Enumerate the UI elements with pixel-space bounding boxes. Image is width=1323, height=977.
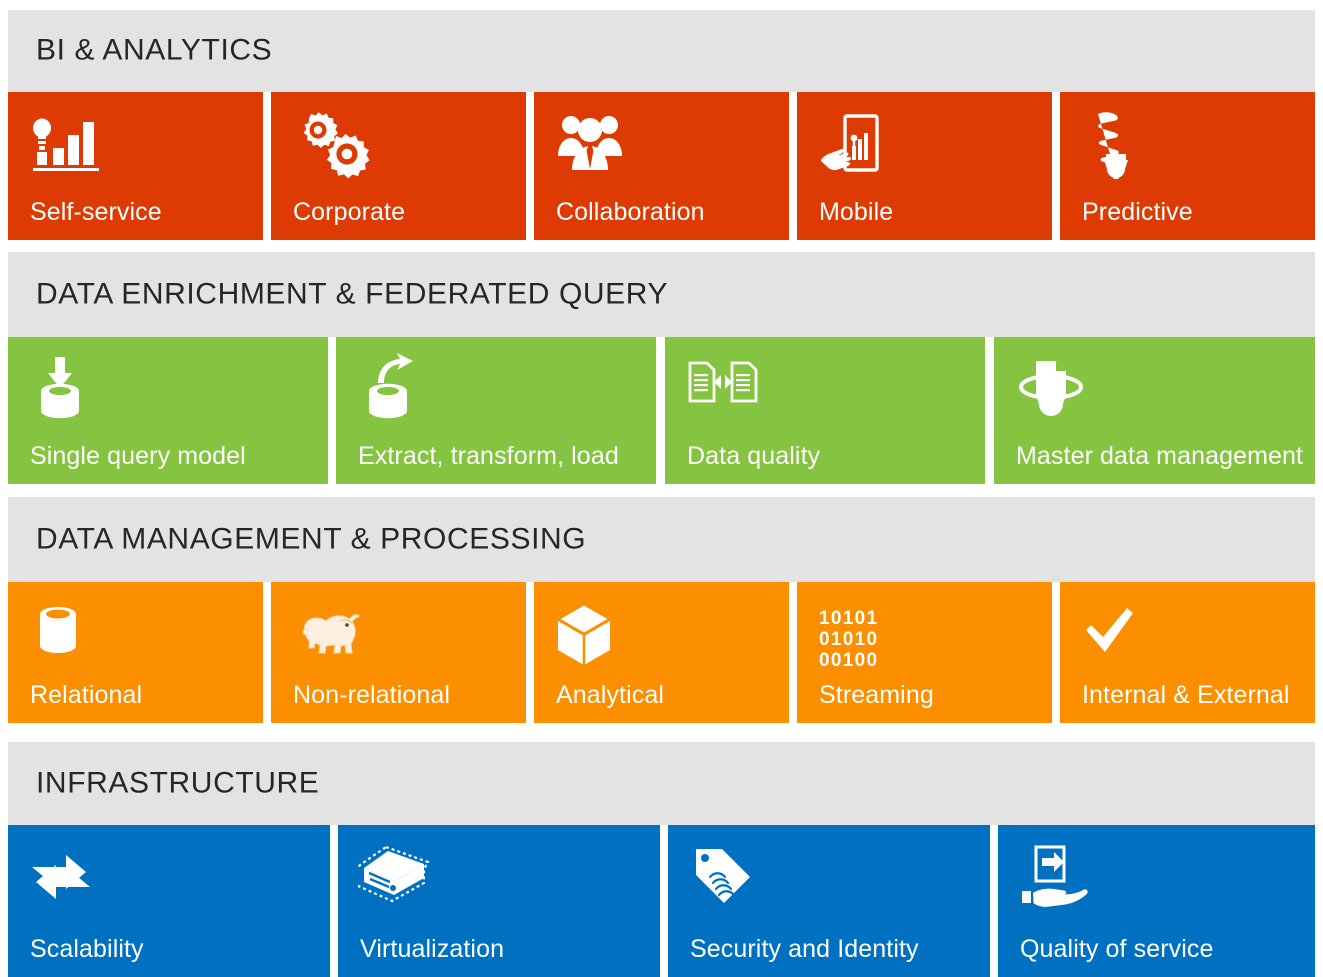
tile-virtualization[interactable]: Virtualization	[338, 825, 660, 977]
tile-row-data-enrichment: Single query model Extract, transform, l…	[8, 337, 1315, 484]
tile-label: Data quality	[687, 442, 821, 470]
tile-label: Collaboration	[556, 198, 705, 226]
tile-row-bi-analytics: Self-service Corporate Collaboration Mob…	[8, 92, 1315, 240]
hand-deliver-icon	[1018, 841, 1102, 917]
capability-stack-diagram: BI & ANALYTICS Self-service Corporate Co…	[0, 0, 1323, 977]
tile-data-quality[interactable]: Data quality	[665, 337, 985, 484]
section-bi-analytics: BI & ANALYTICS Self-service Corporate Co…	[8, 10, 1315, 240]
tag-fingerprint-icon	[688, 841, 772, 917]
tile-label: Self-service	[30, 198, 162, 226]
light-bulb-spiral-icon	[1080, 108, 1164, 184]
database-export-icon	[356, 353, 440, 429]
gears-icon	[291, 108, 375, 184]
cube-icon	[554, 598, 638, 674]
tile-label: Internal & External	[1082, 681, 1290, 709]
tile-analytical[interactable]: Analytical	[534, 582, 789, 723]
binary-line-1: 10101	[819, 608, 879, 629]
tile-self-service[interactable]: Self-service	[8, 92, 263, 240]
tile-label: Streaming	[819, 681, 934, 709]
section-title: DATA ENRICHMENT & FEDERATED QUERY	[36, 276, 669, 310]
tile-label: Single query model	[30, 442, 246, 470]
section-header-infrastructure: INFRASTRUCTURE	[8, 742, 1315, 825]
tile-label: Mobile	[819, 198, 894, 226]
tile-label: Scalability	[30, 935, 144, 963]
server-dashed-icon	[358, 841, 442, 917]
two-arrows-exchange-icon	[28, 841, 112, 917]
tile-predictive[interactable]: Predictive	[1060, 92, 1315, 240]
section-infrastructure: INFRASTRUCTURE Scalability Virtualizatio…	[8, 742, 1315, 977]
tile-extract-transform-load[interactable]: Extract, transform, load	[336, 337, 656, 484]
tile-label: Extract, transform, load	[358, 442, 619, 470]
document-orbit-icon	[1014, 353, 1098, 429]
tile-label: Predictive	[1082, 198, 1193, 226]
tile-scalability[interactable]: Scalability	[8, 825, 330, 977]
tile-label: Master data management	[1016, 442, 1304, 470]
tile-internal-external[interactable]: Internal & External	[1060, 582, 1315, 723]
tile-non-relational[interactable]: Non-relational	[271, 582, 526, 723]
section-data-management: DATA MANAGEMENT & PROCESSING Relational	[8, 497, 1315, 723]
tile-label: Analytical	[556, 681, 664, 709]
tile-label: Corporate	[293, 198, 406, 226]
checkmark-icon	[1080, 598, 1164, 674]
section-header-data-enrichment: DATA ENRICHMENT & FEDERATED QUERY	[8, 252, 1315, 337]
tile-label: Relational	[30, 681, 143, 709]
tile-label: Quality of service	[1020, 935, 1214, 963]
binary-stream-icon: 10101 01010 00100	[819, 608, 878, 671]
database-cylinder-icon	[28, 598, 112, 674]
tile-row-infrastructure: Scalability Virtualization Security and …	[8, 825, 1315, 977]
tile-quality-of-service[interactable]: Quality of service	[998, 825, 1315, 977]
tile-relational[interactable]: Relational	[8, 582, 263, 723]
two-documents-compare-icon	[685, 353, 769, 429]
people-group-icon	[554, 108, 638, 184]
section-header-data-management: DATA MANAGEMENT & PROCESSING	[8, 497, 1315, 582]
section-header-bi-analytics: BI & ANALYTICS	[8, 10, 1315, 92]
tile-label: Security and Identity	[690, 935, 919, 963]
section-title: BI & ANALYTICS	[36, 33, 273, 67]
bar-chart-idea-icon	[28, 108, 112, 184]
section-data-enrichment: DATA ENRICHMENT & FEDERATED QUERY Single…	[8, 252, 1315, 484]
tile-label: Virtualization	[360, 935, 505, 963]
binary-line-2: 01010	[819, 629, 879, 650]
mobile-chart-touch-icon	[817, 108, 901, 184]
tile-row-data-management: Relational Non-relational Analytical 101…	[8, 582, 1315, 723]
tile-streaming[interactable]: 10101 01010 00100 Streaming	[797, 582, 1052, 723]
tile-mobile[interactable]: Mobile	[797, 92, 1052, 240]
tile-corporate[interactable]: Corporate	[271, 92, 526, 240]
tile-single-query-model[interactable]: Single query model	[8, 337, 328, 484]
tile-label: Non-relational	[293, 681, 451, 709]
section-title: DATA MANAGEMENT & PROCESSING	[36, 521, 587, 555]
tile-collaboration[interactable]: Collaboration	[534, 92, 789, 240]
binary-line-3: 00100	[819, 650, 879, 671]
tile-master-data-management[interactable]: Master data management	[994, 337, 1315, 484]
section-title: INFRASTRUCTURE	[36, 765, 320, 799]
tile-security-and-identity[interactable]: Security and Identity	[668, 825, 990, 977]
hadoop-elephant-icon	[291, 598, 375, 674]
database-import-icon	[28, 353, 112, 429]
